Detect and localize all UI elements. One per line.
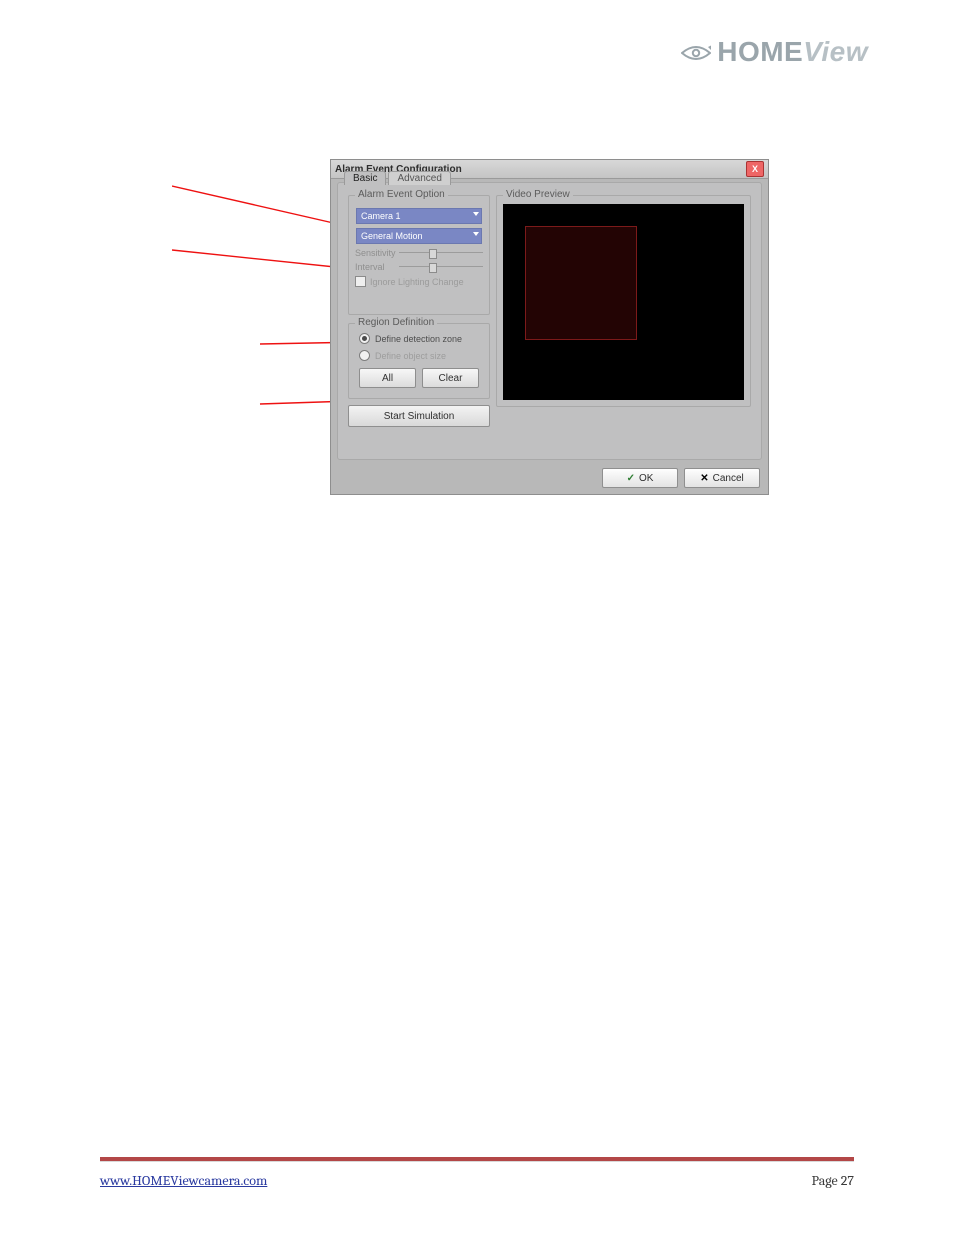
video-preview-group: Video Preview: [496, 195, 751, 407]
dialog-footer: ✓ OK ✕ Cancel: [602, 468, 760, 488]
radio-define-zone[interactable]: Define detection zone: [349, 330, 489, 347]
camera-select[interactable]: Camera 1: [356, 208, 482, 224]
video-preview-legend: Video Preview: [503, 189, 573, 200]
sensitivity-slider[interactable]: [399, 248, 483, 258]
radio-define-object-label: Define object size: [375, 351, 446, 361]
tab-strip: Basic Advanced: [344, 171, 451, 185]
checkbox-box-icon: [355, 276, 366, 287]
cancel-button[interactable]: ✕ Cancel: [684, 468, 760, 488]
preview-screen[interactable]: [503, 204, 744, 400]
footer-url-link[interactable]: www.HOMEViewcamera.com: [100, 1172, 267, 1189]
radio-define-zone-label: Define detection zone: [375, 334, 462, 344]
motion-select[interactable]: General Motion: [356, 228, 482, 244]
detection-zone-overlay[interactable]: [525, 226, 637, 340]
region-definition-legend: Region Definition: [355, 317, 437, 328]
brand-logo: HOMEView: [681, 36, 868, 70]
page-footer: www.HOMEViewcamera.com Page 27: [100, 1172, 854, 1189]
eye-icon: [681, 38, 711, 70]
sensitivity-row: Sensitivity: [349, 246, 489, 260]
tab-advanced[interactable]: Advanced: [388, 171, 450, 185]
interval-row: Interval: [349, 260, 489, 274]
alarm-event-option-legend: Alarm Event Option: [355, 189, 448, 200]
alarm-event-option-group: Alarm Event Option Camera 1 General Moti…: [348, 195, 490, 315]
page-number: Page 27: [812, 1172, 854, 1189]
ignore-lighting-label: Ignore Lighting Change: [370, 277, 464, 287]
start-simulation-button[interactable]: Start Simulation: [348, 405, 490, 427]
x-icon: ✕: [700, 473, 708, 484]
ignore-lighting-checkbox[interactable]: Ignore Lighting Change: [349, 274, 489, 289]
region-button-row: All Clear: [349, 364, 489, 388]
brand-view: View: [803, 36, 868, 67]
ok-button[interactable]: ✓ OK: [602, 468, 678, 488]
close-icon[interactable]: X: [746, 161, 764, 177]
radio-dot-icon: [359, 350, 370, 361]
radio-define-object[interactable]: Define object size: [349, 347, 489, 364]
clear-button[interactable]: Clear: [422, 368, 479, 388]
all-button[interactable]: All: [359, 368, 416, 388]
interval-slider[interactable]: [399, 262, 483, 272]
sensitivity-label: Sensitivity: [355, 248, 399, 258]
document-page: HOMEView Alarm Event Configuration X Bas…: [0, 0, 954, 1235]
check-icon: ✓: [627, 473, 635, 484]
footer-rule: [100, 1157, 854, 1161]
region-definition-group: Region Definition Define detection zone …: [348, 323, 490, 399]
ok-label: OK: [639, 473, 653, 484]
radio-dot-icon: [359, 333, 370, 344]
cancel-label: Cancel: [713, 473, 744, 484]
brand-home: HOME: [717, 36, 803, 67]
dialog-body: Basic Advanced Alarm Event Option Camera…: [337, 182, 762, 460]
tab-basic[interactable]: Basic: [344, 171, 386, 185]
interval-label: Interval: [355, 262, 399, 272]
alarm-config-dialog: Alarm Event Configuration X Basic Advanc…: [331, 160, 768, 494]
